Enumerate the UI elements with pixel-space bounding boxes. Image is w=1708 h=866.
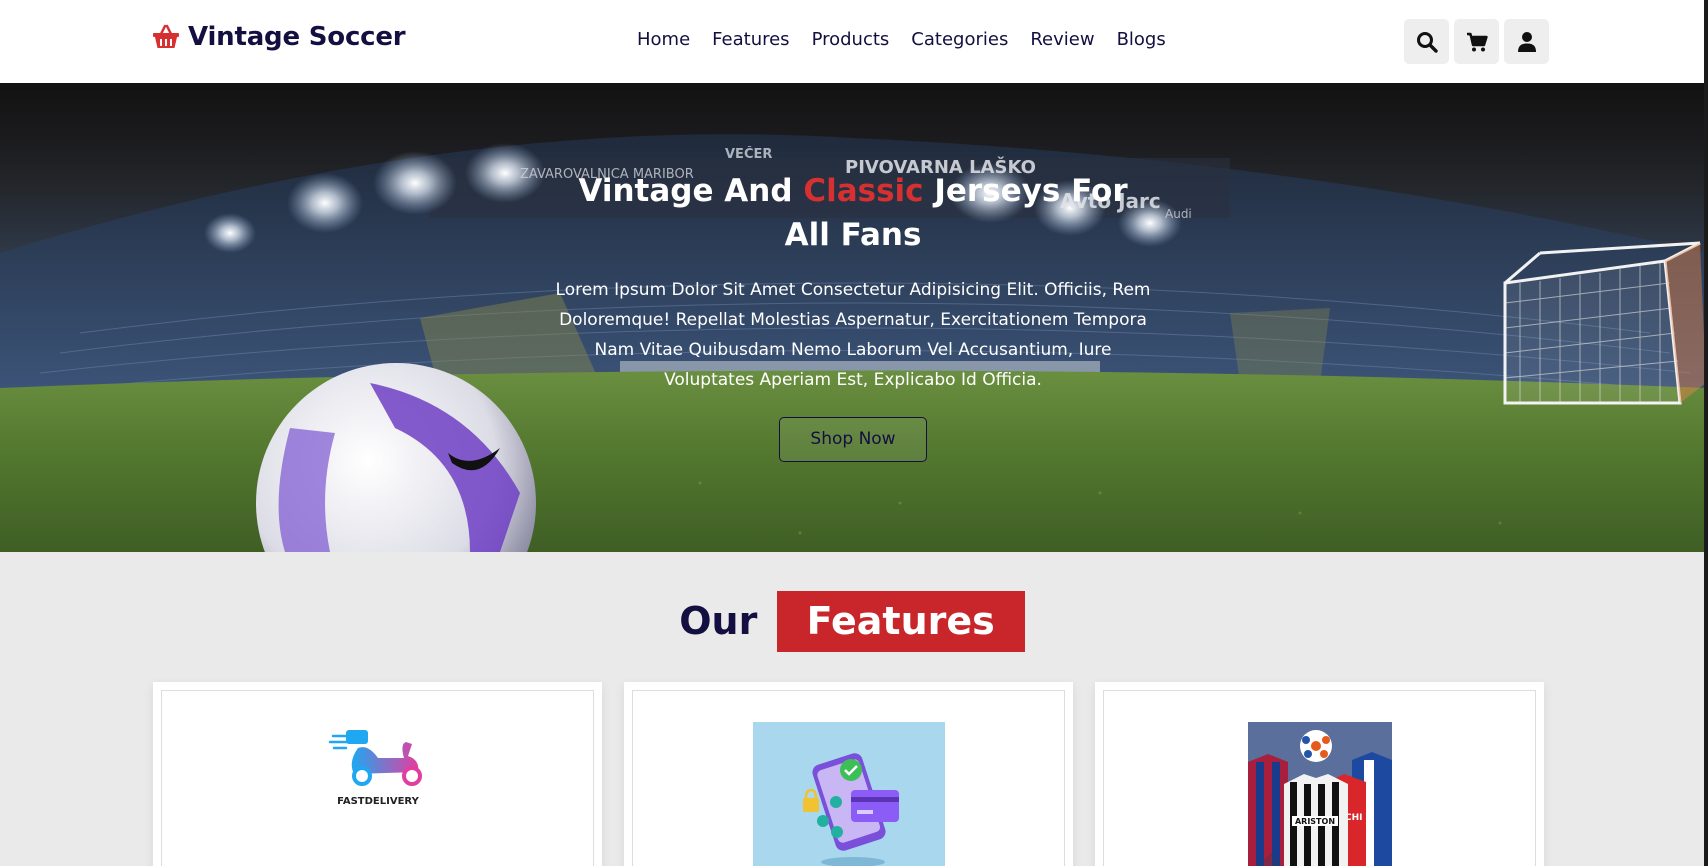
- hero-title-part1: Vintage And: [578, 173, 804, 209]
- user-button[interactable]: [1504, 19, 1549, 64]
- page: Vintage Soccer Home Features Products Ca…: [0, 0, 1706, 866]
- hero-banner: ZAVAROVALNICA MARIBOR VEČER PIVOVARNA LA…: [0, 83, 1704, 552]
- hero-description: Lorem Ipsum Dolor Sit Amet Consectetur A…: [555, 280, 1151, 390]
- hero-content: Vintage And Classic Jerseys For All Fans…: [0, 169, 1704, 462]
- cart-button[interactable]: [1454, 19, 1499, 64]
- feature-card-inner: ACHI ARISTON: [1103, 690, 1536, 866]
- svg-text:ARISTON: ARISTON: [1294, 817, 1334, 826]
- svg-text:FASTDELIVERY: FASTDELIVERY: [337, 796, 419, 807]
- nav-home[interactable]: Home: [637, 29, 690, 50]
- nav-products[interactable]: Products: [812, 29, 890, 50]
- features-heading-text: Our: [679, 599, 758, 643]
- nav-features[interactable]: Features: [712, 29, 789, 50]
- feature-card: FASTDELIVERY: [153, 682, 602, 866]
- hero-title-accent: Classic: [803, 173, 924, 209]
- nav-blogs[interactable]: Blogs: [1117, 29, 1166, 50]
- jerseys-image: ACHI ARISTON: [1247, 722, 1392, 866]
- search-icon: [1416, 31, 1438, 53]
- feature-cards: FASTDELIVERY ACHI ARISTON: [153, 682, 1544, 866]
- brand-logo[interactable]: Vintage Soccer: [152, 22, 406, 52]
- cart-icon: [1466, 32, 1488, 51]
- user-icon: [1517, 31, 1536, 52]
- secure-payment-image: [752, 722, 945, 866]
- feature-card: ACHI ARISTON: [1095, 682, 1544, 866]
- basket-icon: [153, 24, 179, 48]
- search-button[interactable]: [1404, 19, 1449, 64]
- nav-categories[interactable]: Categories: [911, 29, 1008, 50]
- main-nav: Home Features Products Categories Review…: [637, 29, 1166, 50]
- hero-title: Vintage And Classic Jerseys For All Fans: [573, 169, 1133, 257]
- nav-review[interactable]: Review: [1030, 29, 1094, 50]
- shop-now-button[interactable]: Shop Now: [779, 417, 927, 462]
- feature-card: [624, 682, 1073, 866]
- features-heading: Our Features: [0, 591, 1704, 652]
- header: Vintage Soccer Home Features Products Ca…: [0, 0, 1704, 83]
- fast-delivery-image: FASTDELIVERY: [328, 730, 422, 807]
- features-heading-tag: Features: [776, 591, 1025, 652]
- header-icons: [1404, 19, 1549, 64]
- brand-name: Vintage Soccer: [188, 22, 406, 52]
- feature-card-inner: FASTDELIVERY: [161, 690, 594, 866]
- feature-card-inner: [632, 690, 1065, 866]
- svg-text:VEČER: VEČER: [725, 146, 772, 162]
